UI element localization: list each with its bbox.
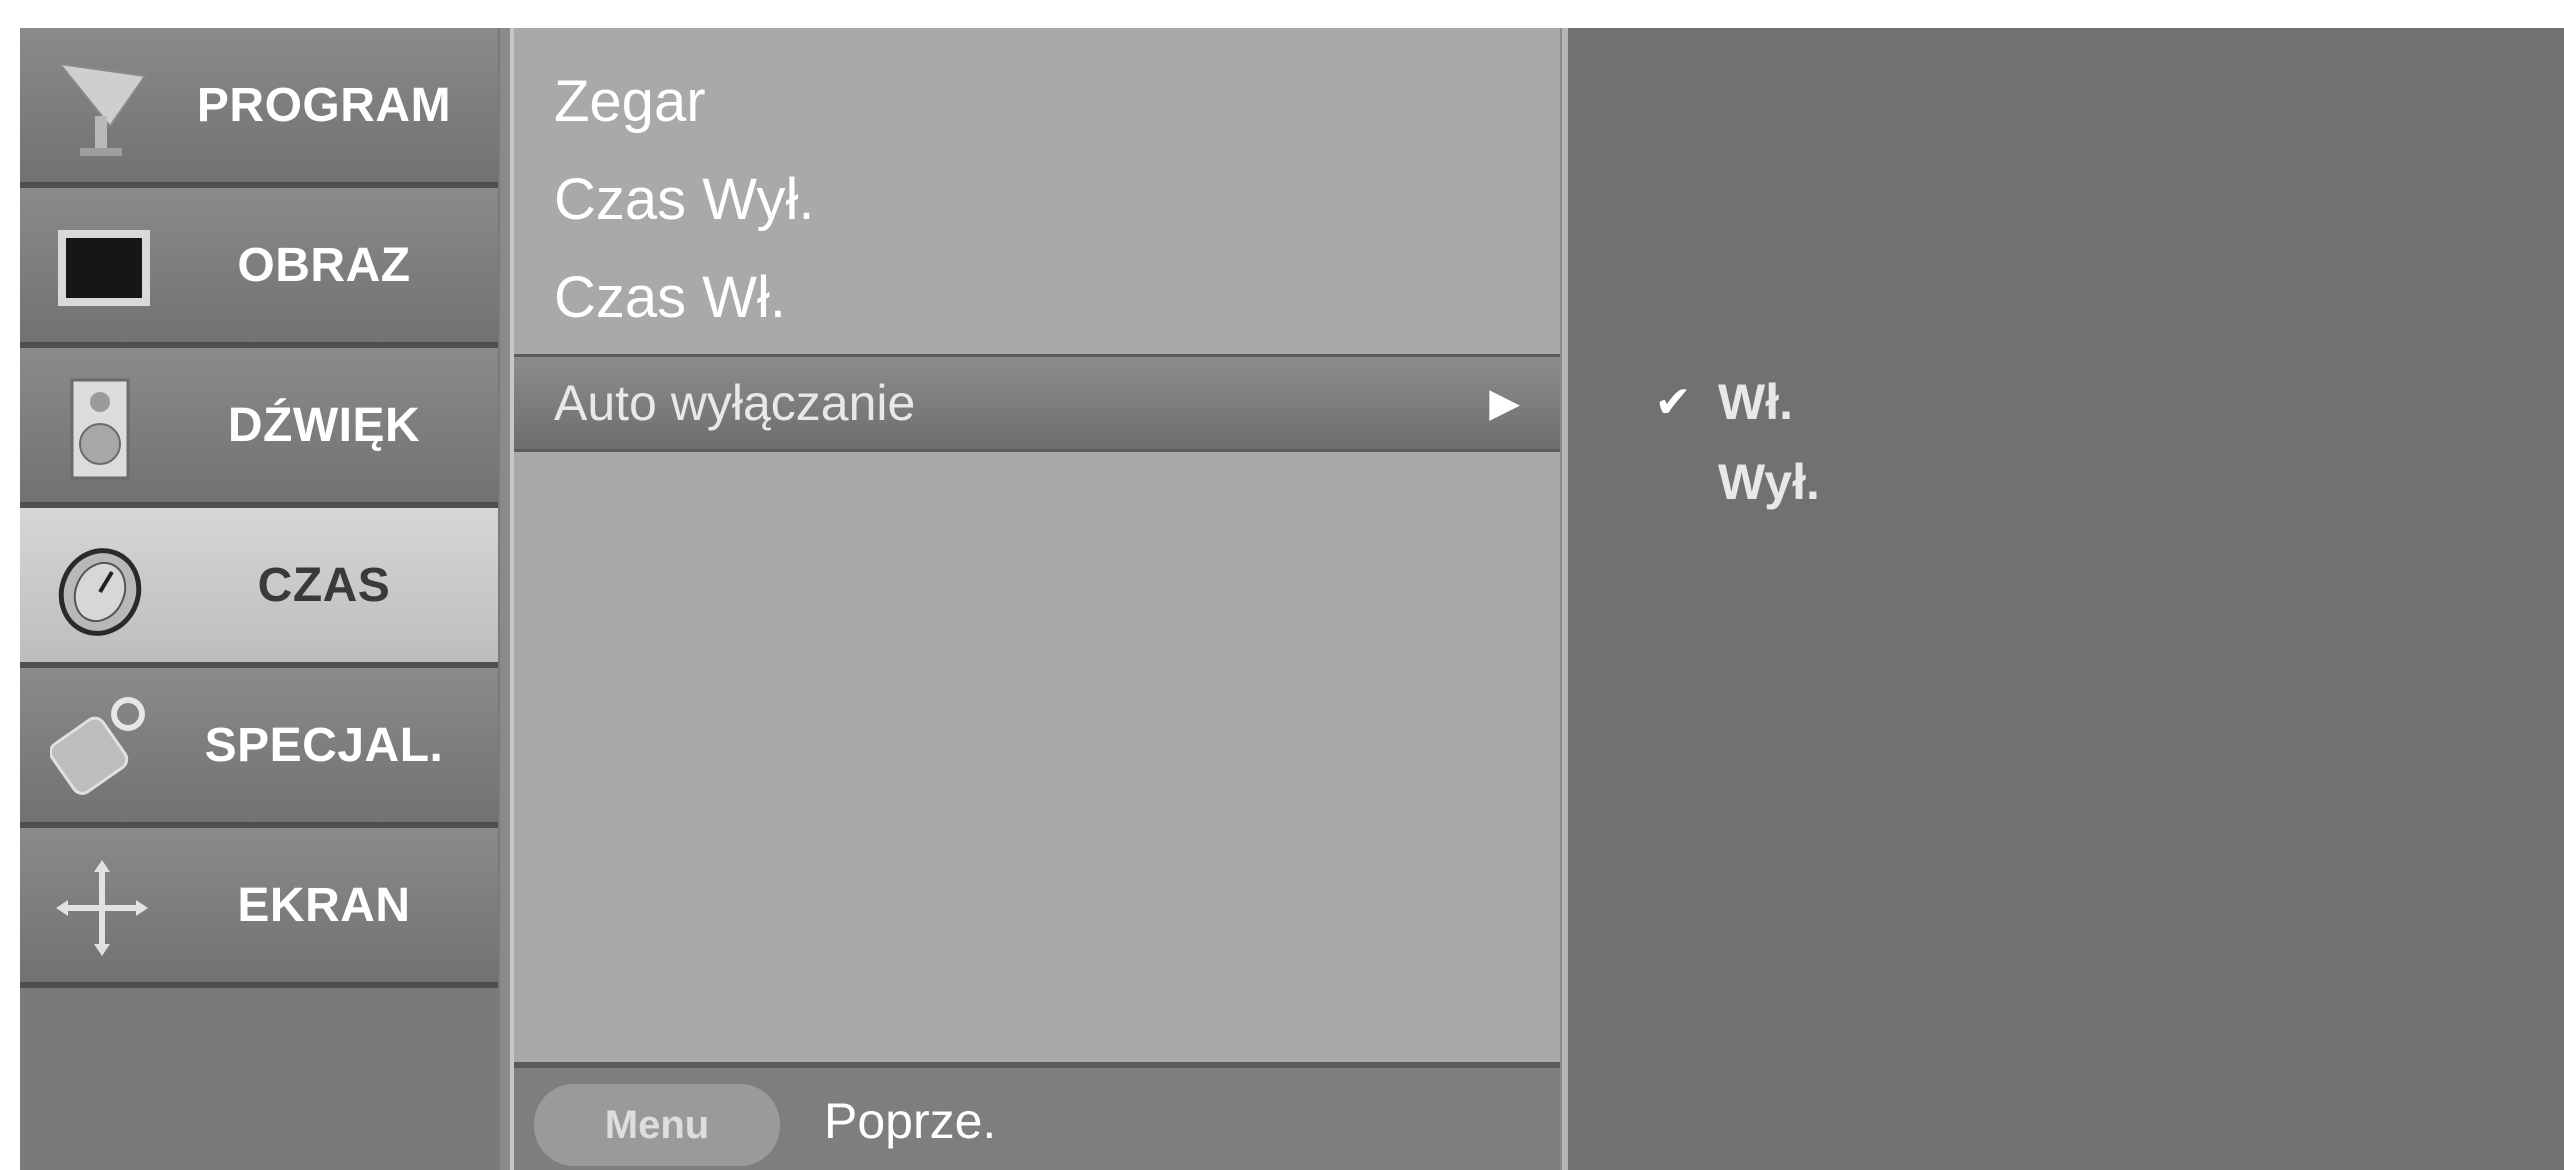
sidebar-item-specjal[interactable]: SPECJAL. <box>20 668 498 828</box>
sidebar-item-label: PROGRAM <box>196 78 452 132</box>
tv-menu-frame: PROGRAM OBRAZ DŹWIĘK CZAS SPECJAL. EKRAN… <box>20 28 2564 1170</box>
clock-icon <box>58 548 142 636</box>
option-label: Wył. <box>1718 454 1820 510</box>
options-panel: ✔ Wł. Wył. <box>1562 28 2564 1170</box>
check-icon: ✔ <box>1654 377 1692 427</box>
menu-item-label: Czas Wył. <box>554 166 815 232</box>
sidebar-item-program[interactable]: PROGRAM <box>20 28 498 188</box>
menu-item-czas-wyl[interactable]: Czas Wył. <box>514 150 1560 248</box>
menu-item-label: Zegar <box>554 68 706 134</box>
key-icon <box>50 697 145 795</box>
sidebar-item-dzwiek[interactable]: DŹWIĘK <box>20 348 498 508</box>
option-wl[interactable]: ✔ Wł. <box>1628 362 2228 442</box>
option-label: Wł. <box>1718 374 1793 430</box>
category-sidebar: PROGRAM OBRAZ DŹWIĘK CZAS SPECJAL. EKRAN <box>20 28 500 1170</box>
menu-item-czas-wl[interactable]: Czas Wł. <box>514 248 1560 346</box>
tv-screen-icon <box>58 230 150 306</box>
sidebar-item-label: DŹWIĘK <box>227 398 421 452</box>
satellite-dish-icon <box>57 62 147 156</box>
sidebar-item-czas[interactable]: CZAS <box>20 508 498 668</box>
sidebar-item-ekran[interactable]: EKRAN <box>20 828 498 988</box>
settings-menu: Zegar Czas Wył. Czas Wł. Auto wyłączanie… <box>510 28 1560 1170</box>
move-arrows-icon <box>56 860 148 956</box>
option-wyl[interactable]: Wył. <box>1628 442 2228 522</box>
submenu-arrow-icon: ▶ <box>1489 381 1520 425</box>
sidebar-item-label: OBRAZ <box>237 238 411 292</box>
menu-item-auto-wylaczanie[interactable]: Auto wyłączanie ▶ <box>514 354 1560 452</box>
sidebar-item-label: EKRAN <box>237 878 411 932</box>
speaker-icon <box>70 378 130 480</box>
menu-footer: Menu Poprze. <box>514 1062 1560 1170</box>
menu-item-label: Czas Wł. <box>554 264 786 330</box>
menu-button[interactable]: Menu <box>534 1084 780 1166</box>
back-hint: Poprze. <box>824 1093 997 1149</box>
menu-item-label: Auto wyłączanie <box>554 375 916 431</box>
sidebar-item-obraz[interactable]: OBRAZ <box>20 188 498 348</box>
sidebar-item-label: CZAS <box>257 558 391 612</box>
sidebar-item-label: SPECJAL. <box>204 718 444 772</box>
menu-item-zegar[interactable]: Zegar <box>514 52 1560 150</box>
